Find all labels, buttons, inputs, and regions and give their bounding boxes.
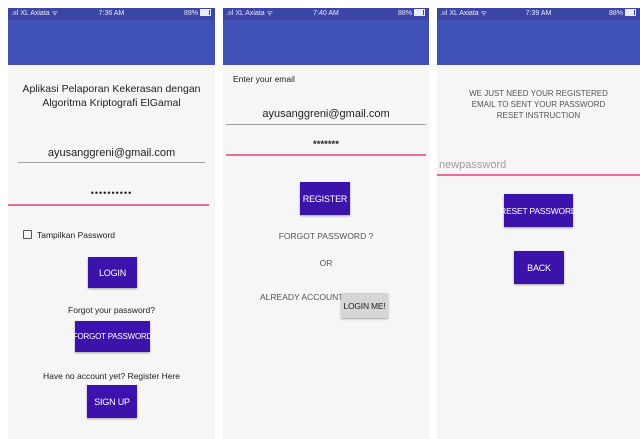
show-password-label: Tampilkan Password (37, 230, 115, 240)
battery-icon (200, 9, 211, 16)
battery-level: 89% (184, 8, 211, 20)
register-prompt: Have no account yet? Register Here (42, 371, 181, 381)
app-bar (437, 20, 640, 65)
login-me-button[interactable]: LOGIN ME! (341, 293, 388, 318)
app-bar (8, 20, 215, 65)
new-password-underline (437, 174, 640, 176)
already-account-text: ALREADY ACCOUNT ? (260, 292, 351, 302)
password-input[interactable]: •••••••••• (18, 188, 205, 198)
battery-icon (414, 9, 425, 16)
email-underline (226, 124, 426, 125)
email-label: Enter your email (233, 74, 295, 84)
login-screen: .ııl XL Axiata ᯤ 7:36 AM 89% Aplikasi Pe… (8, 8, 215, 439)
status-bar: .ııl XL Axiata ᯤ 7:36 AM 89% (8, 8, 215, 20)
new-password-input[interactable]: newpassword (439, 159, 506, 171)
register-screen: .ııl XL Axiata ᯤ 7:40 AM 88% Enter your … (223, 8, 429, 439)
forgot-password-prompt: Forgot your password? (68, 305, 155, 315)
status-bar: .ııl XL Axiata ᯤ 7:40 AM 88% (223, 8, 429, 20)
show-password-checkbox[interactable] (23, 230, 32, 239)
forgot-password-link[interactable]: FORGOT PASSWORD ? (223, 231, 429, 241)
login-button[interactable]: LOGIN (88, 257, 137, 288)
back-button[interactable]: BACK (514, 251, 564, 284)
app-bar (223, 20, 429, 65)
email-underline (18, 162, 205, 163)
email-input[interactable]: ayusanggreni@gmail.com (223, 108, 429, 120)
app-title: Aplikasi Pelaporan Kekerasan dengan Algo… (22, 83, 201, 109)
status-bar: .ııl XL Axiata ᯤ 7:39 AM 88% (437, 8, 640, 20)
email-input[interactable]: ayusanggreni@gmail.com (18, 147, 205, 159)
battery-level: 88% (398, 8, 425, 20)
password-underline (226, 154, 426, 156)
battery-icon (625, 9, 636, 16)
battery-level: 88% (609, 8, 636, 20)
sign-up-button[interactable]: SIGN UP (87, 385, 137, 418)
password-underline (8, 204, 209, 206)
reset-password-screen: .ııl XL Axiata ᯤ 7:39 AM 88% WE JUST NEE… (437, 8, 640, 439)
reset-password-button[interactable]: RESET PASSWORD (500, 194, 577, 227)
reset-instruction: WE JUST NEED YOUR REGISTERED EMAIL TO SE… (469, 89, 608, 120)
forgot-password-button[interactable]: FORGOT PASSWORD (73, 321, 152, 352)
or-separator: OR (319, 258, 333, 268)
password-input[interactable]: ******* (223, 139, 429, 150)
register-button[interactable]: REGISTER (300, 182, 350, 215)
